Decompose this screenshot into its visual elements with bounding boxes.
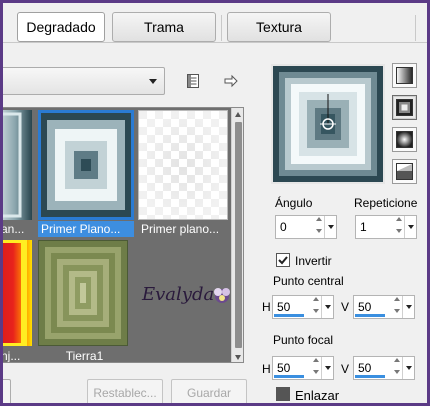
style-sunburst-button[interactable] <box>392 127 417 152</box>
sunburst-gradient-icon <box>396 131 413 148</box>
tab-separator <box>415 15 416 41</box>
gradient-item-label: Primer plano... <box>141 222 220 236</box>
chevron-down-icon[interactable] <box>324 216 336 238</box>
gradient-thumbnail <box>3 237 32 349</box>
scrollbar-thumb[interactable] <box>235 122 242 348</box>
watermark: Evalyda <box>140 276 236 315</box>
gradient-list-scrollbar[interactable] <box>231 108 243 362</box>
watermark-signature: Evalyda <box>141 284 230 305</box>
chevron-down-icon[interactable] <box>402 296 414 318</box>
focal-point-label: Punto focal <box>273 333 334 347</box>
gradient-preview[interactable] <box>271 64 385 184</box>
style-rectangular-button[interactable] <box>392 95 417 120</box>
focal-v-level-bar <box>355 375 385 378</box>
tab-texture[interactable]: Textura <box>227 12 331 42</box>
link-label: Enlazar <box>295 388 340 403</box>
center-h-value[interactable]: 50 <box>277 300 290 314</box>
gradient-dialog: Degradado Trama Textura n... Primer Plan… <box>3 3 427 403</box>
scroll-up-icon[interactable] <box>235 112 241 117</box>
gradient-item-label: Primer Plano... <box>38 221 134 237</box>
tab-gradient[interactable]: Degradado <box>17 12 105 42</box>
angle-label: Ángulo <box>275 196 313 210</box>
focal-h-spinner[interactable]: 50 <box>272 356 334 380</box>
spin-arrows-icon[interactable] <box>311 297 321 313</box>
center-point-label: Punto central <box>273 274 344 288</box>
arrow-right-icon <box>224 74 238 88</box>
focal-h-level-bar <box>274 375 304 378</box>
gradient-list[interactable]: ...an... <box>3 107 244 363</box>
focal-h-value[interactable]: 50 <box>277 361 290 375</box>
style-linear-button[interactable] <box>392 63 417 88</box>
chevron-down-icon[interactable] <box>404 216 416 238</box>
gradient-item-label: ...nj... <box>3 349 21 363</box>
style-radial-button[interactable] <box>392 159 417 184</box>
center-v-spinner[interactable]: 50 <box>353 295 415 319</box>
center-h-label: H <box>262 300 271 314</box>
checkmark-icon <box>278 256 288 265</box>
spin-arrows-icon[interactable] <box>314 217 324 233</box>
center-v-label: V <box>341 300 350 314</box>
focal-v-value[interactable]: 50 <box>358 361 371 375</box>
gradient-thumbnail <box>38 110 134 220</box>
spin-arrows-icon[interactable] <box>392 358 402 374</box>
linear-gradient-icon <box>396 67 413 84</box>
center-h-spinner[interactable]: 50 <box>272 295 334 319</box>
scroll-down-icon[interactable] <box>235 355 241 360</box>
gradient-item-label: Tierra1 <box>65 349 104 363</box>
svg-text:Evalyda: Evalyda <box>141 284 214 305</box>
left-button-partial[interactable] <box>3 379 11 403</box>
chevron-down-icon[interactable] <box>321 357 333 379</box>
spin-arrows-icon[interactable] <box>311 358 321 374</box>
save-button[interactable]: Guardar <box>171 379 247 403</box>
spin-arrows-icon[interactable] <box>394 217 404 233</box>
list-icon <box>187 74 199 88</box>
focal-h-label: H <box>262 362 271 376</box>
focal-v-label: V <box>341 362 350 376</box>
radial-gradient-icon <box>396 163 413 180</box>
rectangular-gradient-icon <box>396 99 413 116</box>
tab-separator <box>221 15 222 41</box>
gradient-thumbnail <box>138 110 228 220</box>
repeats-spinner[interactable]: 1 <box>355 215 417 239</box>
center-h-level-bar <box>274 314 304 317</box>
spin-arrows-icon[interactable] <box>392 297 402 313</box>
angle-spinner[interactable]: 0 <box>275 215 337 239</box>
chevron-down-icon[interactable] <box>321 296 333 318</box>
center-v-level-bar <box>355 314 385 317</box>
gradient-item-label: ...an... <box>3 222 25 236</box>
gradient-thumbnail <box>38 240 128 346</box>
tab-bar: Degradado Trama Textura <box>3 3 427 43</box>
focal-v-spinner[interactable]: 50 <box>353 356 415 380</box>
center-v-value[interactable]: 50 <box>358 300 371 314</box>
category-dropdown[interactable] <box>3 67 165 95</box>
reset-button[interactable]: Restablec... <box>87 379 163 403</box>
invert-label: Invertir <box>295 254 332 268</box>
gradient-thumbnail <box>3 110 32 220</box>
chevron-down-icon <box>149 79 157 84</box>
invert-checkbox[interactable] <box>276 253 290 267</box>
tab-pattern[interactable]: Trama <box>112 12 216 42</box>
chevron-down-icon[interactable] <box>402 357 414 379</box>
angle-value[interactable]: 0 <box>280 220 287 234</box>
repeats-label: Repeticione <box>354 196 418 210</box>
repeats-value[interactable]: 1 <box>360 220 367 234</box>
link-checkbox[interactable] <box>276 387 290 401</box>
export-button[interactable] <box>221 71 241 91</box>
list-view-button[interactable] <box>183 71 203 91</box>
